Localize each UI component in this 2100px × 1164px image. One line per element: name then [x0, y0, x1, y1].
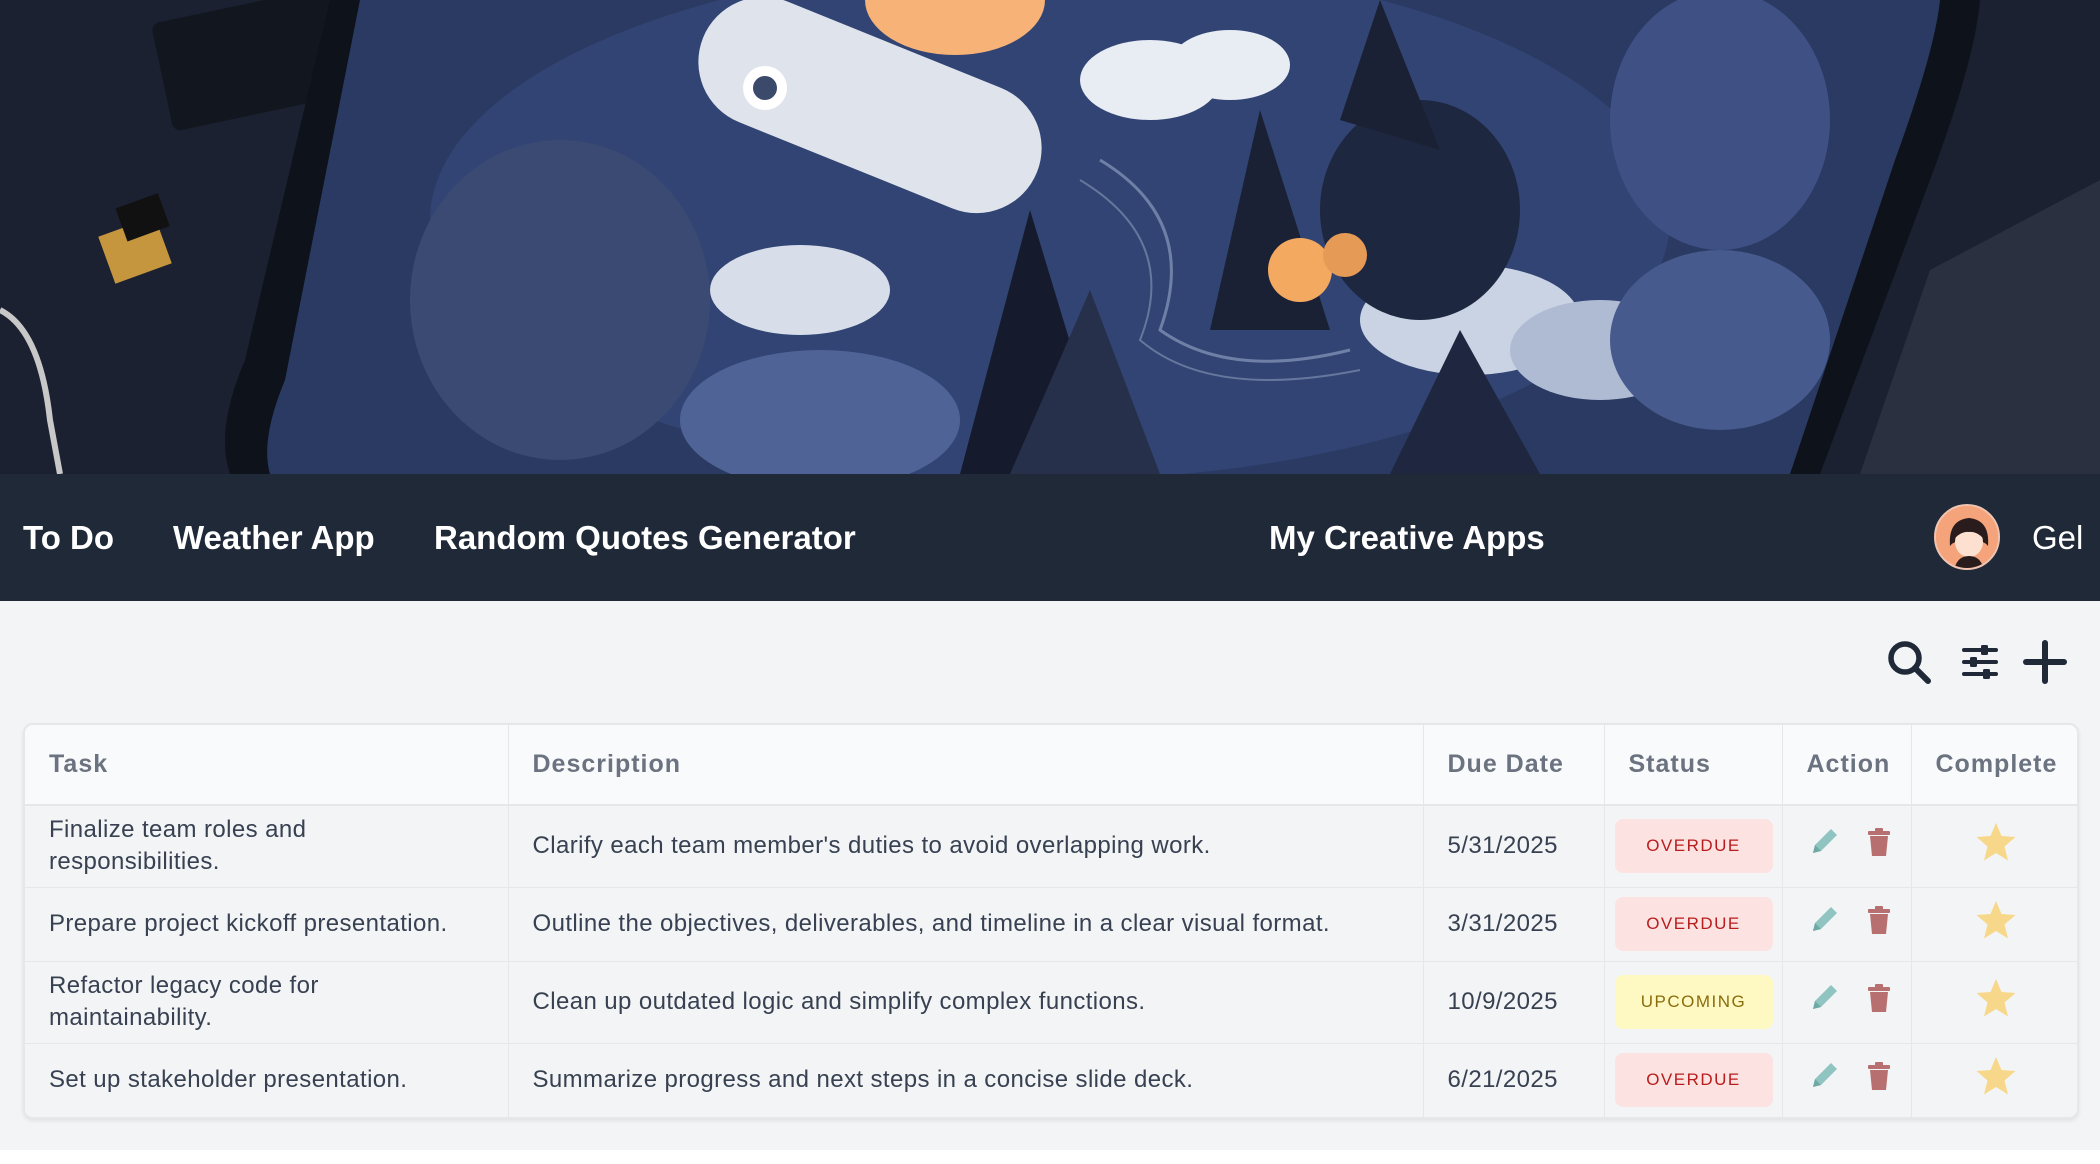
star-icon	[1976, 822, 2016, 861]
pencil-icon	[1812, 828, 1837, 853]
star-icon	[1976, 978, 2016, 1016]
pencil-icon	[1812, 1062, 1837, 1087]
search-icon	[1888, 641, 1931, 684]
description-cell: Clean up outdated logic and simplify com…	[508, 961, 1424, 1044]
delete-button[interactable]	[1866, 1061, 1892, 1100]
column-header-complete: Complete	[1911, 725, 2077, 806]
due-date-cell: 3/31/2025	[1423, 887, 1605, 962]
status-badge: OVERDUE	[1614, 1053, 1773, 1108]
complete-cell	[1911, 961, 2077, 1044]
user-name: Gel	[2032, 519, 2084, 556]
complete-star-button[interactable]	[1975, 822, 2017, 871]
action-cell	[1782, 805, 1912, 888]
table-row: Finalize team roles and responsibilities…	[25, 805, 2077, 888]
edit-button[interactable]	[1807, 825, 1841, 868]
add-icon	[2023, 640, 2067, 684]
edit-button[interactable]	[1807, 903, 1841, 946]
site-title: My Creative Apps	[1269, 519, 1545, 556]
complete-star-button[interactable]	[1975, 900, 2017, 949]
status-cell: OVERDUE	[1604, 805, 1783, 888]
task-cell: Prepare project kickoff presentation.	[25, 887, 509, 962]
pencil-icon	[1812, 906, 1837, 931]
status-badge: UPCOMING	[1614, 975, 1773, 1029]
complete-star-button[interactable]	[1975, 1056, 2017, 1105]
due-date-cell: 6/21/2025	[1423, 1043, 1605, 1117]
trash-icon	[1867, 1061, 1890, 1090]
status-cell: OVERDUE	[1604, 887, 1783, 962]
add-task-button[interactable]	[2020, 637, 2070, 687]
trash-icon	[1867, 983, 1890, 1012]
tasks-table-card: Task Description Due Date Status Action …	[23, 723, 2079, 1119]
complete-cell	[1911, 1043, 2077, 1117]
description-cell: Clarify each team member's duties to avo…	[508, 805, 1424, 888]
description-cell: Summarize progress and next steps in a c…	[508, 1043, 1424, 1117]
nav-link-random-quotes[interactable]: Random Quotes Generator	[434, 474, 856, 601]
tasks-table: Task Description Due Date Status Action …	[25, 725, 2077, 1117]
filter-sliders-icon	[1962, 645, 1998, 679]
delete-button[interactable]	[1866, 983, 1892, 1022]
due-date-cell: 5/31/2025	[1423, 805, 1605, 888]
task-cell: Refactor legacy code for maintainability…	[25, 961, 509, 1044]
user-avatar[interactable]	[1934, 504, 2000, 570]
hero-illustration	[0, 0, 2100, 474]
status-badge: OVERDUE	[1614, 897, 1773, 951]
action-cell	[1782, 1043, 1912, 1117]
star-icon	[1976, 900, 2016, 938]
trash-icon	[1867, 905, 1890, 934]
delete-button[interactable]	[1866, 827, 1892, 866]
action-cell	[1782, 961, 1912, 1044]
status-cell: OVERDUE	[1604, 1043, 1783, 1117]
complete-cell	[1911, 887, 2077, 962]
task-cell: Finalize team roles and responsibilities…	[25, 805, 509, 888]
complete-cell	[1911, 805, 2077, 888]
edit-button[interactable]	[1807, 1059, 1841, 1102]
pencil-icon	[1812, 984, 1837, 1009]
trash-icon	[1867, 827, 1890, 856]
complete-star-button[interactable]	[1975, 978, 2017, 1027]
edit-button[interactable]	[1807, 981, 1841, 1024]
nav-link-todo[interactable]: To Do	[23, 474, 114, 601]
description-cell: Outline the objectives, deliverables, an…	[508, 887, 1424, 962]
status-cell: UPCOMING	[1604, 961, 1783, 1044]
action-cell	[1782, 887, 1912, 962]
table-header-row: Task Description Due Date Status Action …	[25, 725, 2077, 806]
column-header-action: Action	[1782, 725, 1912, 806]
due-date-cell: 10/9/2025	[1423, 961, 1605, 1044]
filter-button[interactable]	[1955, 637, 2005, 687]
search-button[interactable]	[1884, 637, 1934, 687]
delete-button[interactable]	[1866, 905, 1892, 944]
status-badge: OVERDUE	[1614, 819, 1773, 874]
table-row: Set up stakeholder presentation. Summari…	[25, 1043, 2077, 1117]
task-cell: Set up stakeholder presentation.	[25, 1043, 509, 1117]
star-icon	[1976, 1056, 2016, 1095]
column-header-due-date[interactable]: Due Date	[1423, 725, 1605, 806]
nav-link-weather-app[interactable]: Weather App	[173, 474, 375, 601]
hero-banner-image	[0, 0, 2100, 474]
main-content: Task Description Due Date Status Action …	[0, 601, 2100, 1150]
table-row: Prepare project kickoff presentation. Ou…	[25, 887, 2077, 962]
top-nav: To Do Weather App Random Quotes Generato…	[0, 474, 2100, 601]
table-row: Refactor legacy code for maintainability…	[25, 961, 2077, 1044]
column-header-description[interactable]: Description	[508, 725, 1424, 806]
column-header-status[interactable]: Status	[1604, 725, 1783, 806]
column-header-task[interactable]: Task	[25, 725, 509, 806]
avatar-illustration-icon	[1936, 506, 1998, 568]
